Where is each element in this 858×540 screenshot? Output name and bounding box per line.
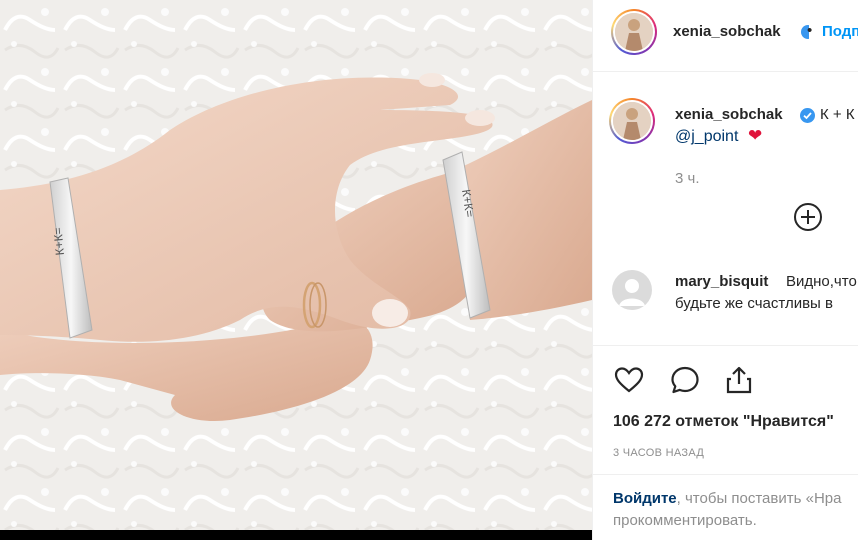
caption-username[interactable]: xenia_sobchak	[675, 106, 783, 123]
heart-outline-icon[interactable]	[613, 364, 645, 396]
posted-time: 3 ЧАСОВ НАЗАД	[613, 447, 705, 459]
wedding-hands-photo: К+К= К+К=	[0, 0, 592, 530]
post-photo[interactable]: К+К= К+К=	[0, 0, 592, 530]
login-prompt-text: , чтобы поставить «Нра	[676, 490, 842, 507]
login-link[interactable]: Войдите	[613, 490, 677, 507]
speech-bubble-icon[interactable]	[669, 364, 701, 396]
comments-list[interactable]: xenia_sobchak К + К @j_point ❤ 3 ч. mary…	[593, 73, 858, 345]
comment-text-line1: Видно,что	[786, 273, 857, 290]
follow-button[interactable]: Подписаться	[822, 23, 858, 40]
author-username[interactable]: xenia_sobchak	[673, 23, 781, 40]
avatar-photo	[613, 102, 651, 140]
plus-circle-icon[interactable]	[792, 201, 824, 233]
default-avatar-icon	[619, 279, 645, 306]
photo-bottom-strip	[0, 530, 592, 540]
login-prompt: Войдите, чтобы поставить «Нра прокоммент…	[613, 488, 841, 532]
verified-badge-icon	[800, 108, 815, 123]
separator-dot: •	[807, 22, 813, 39]
share-upload-icon[interactable]	[723, 364, 755, 396]
post-actions: 106 272 отметок "Нравится" 3 ЧАСОВ НАЗАД…	[593, 345, 858, 540]
post-header: xenia_sobchak • Подписаться	[593, 0, 858, 72]
caption-avatar[interactable]	[609, 98, 655, 144]
mention-link[interactable]: @j_point	[675, 128, 738, 146]
left-bracelet-engraving: К+К=	[51, 227, 67, 256]
comment-text-line2: будьте же счастливы в	[675, 295, 833, 312]
heart-emoji: ❤	[748, 126, 763, 145]
commenter-avatar[interactable]	[612, 270, 652, 310]
login-prompt-line2: прокомментировать.	[613, 512, 757, 529]
divider	[593, 474, 858, 475]
avatar-photo	[615, 13, 653, 51]
likes-count[interactable]: 106 272 отметок "Нравится"	[613, 413, 834, 431]
author-avatar[interactable]	[611, 9, 657, 55]
caption-time: 3 ч.	[675, 170, 700, 187]
comment-username[interactable]: mary_bisquit	[675, 273, 768, 290]
caption-text: К + К	[820, 106, 855, 123]
post-sidebar: xenia_sobchak • Подписаться xenia_sobcha…	[592, 0, 858, 540]
